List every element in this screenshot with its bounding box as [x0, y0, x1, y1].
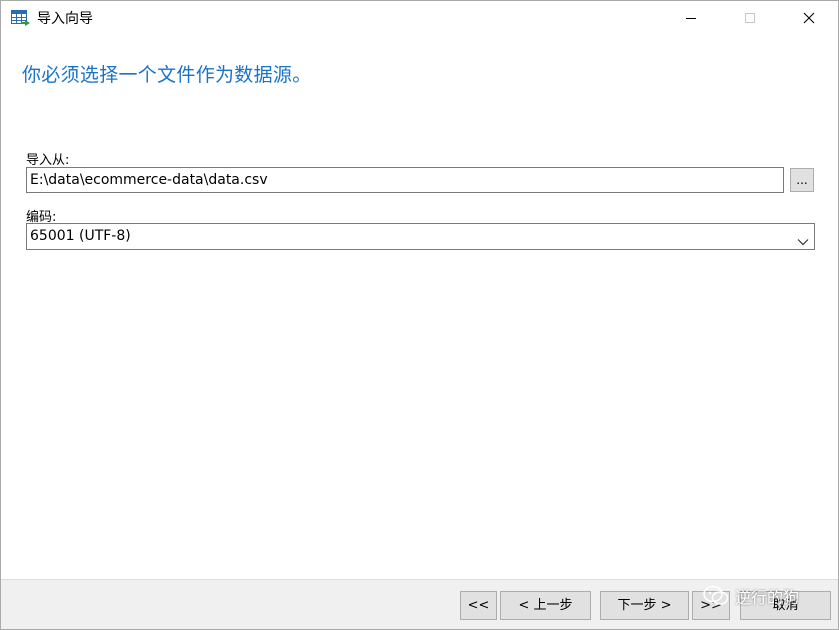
table-import-icon — [11, 10, 31, 28]
import-wizard-window: 导入向导 你必须选择一个文件作为数据源。 导入从: ... 编码: 65001 … — [0, 0, 839, 630]
minimize-icon — [686, 18, 696, 19]
close-icon — [803, 12, 815, 24]
browse-button[interactable]: ... — [790, 168, 814, 192]
encoding-select[interactable]: 65001 (UTF-8) — [26, 223, 815, 250]
import-from-label: 导入从: — [26, 153, 70, 168]
wizard-footer: << < 上一步 下一步 > >> 取消 — [1, 579, 838, 629]
previous-step-button[interactable]: < 上一步 — [500, 591, 591, 620]
encoding-value: 65001 (UTF-8) — [30, 228, 131, 244]
cancel-button[interactable]: 取消 — [740, 591, 831, 620]
chevron-down-icon — [797, 232, 809, 246]
close-button[interactable] — [786, 1, 832, 35]
file-path-input[interactable] — [26, 167, 784, 193]
first-step-button[interactable]: << — [460, 591, 497, 620]
last-step-button[interactable]: >> — [692, 591, 730, 620]
minimize-button[interactable] — [668, 1, 714, 35]
next-step-button[interactable]: 下一步 > — [600, 591, 689, 620]
window-title: 导入向导 — [37, 11, 93, 27]
title-bar: 导入向导 — [1, 1, 838, 37]
page-title: 你必须选择一个文件作为数据源。 — [22, 64, 312, 86]
maximize-button[interactable] — [727, 1, 773, 35]
maximize-icon — [745, 13, 755, 23]
